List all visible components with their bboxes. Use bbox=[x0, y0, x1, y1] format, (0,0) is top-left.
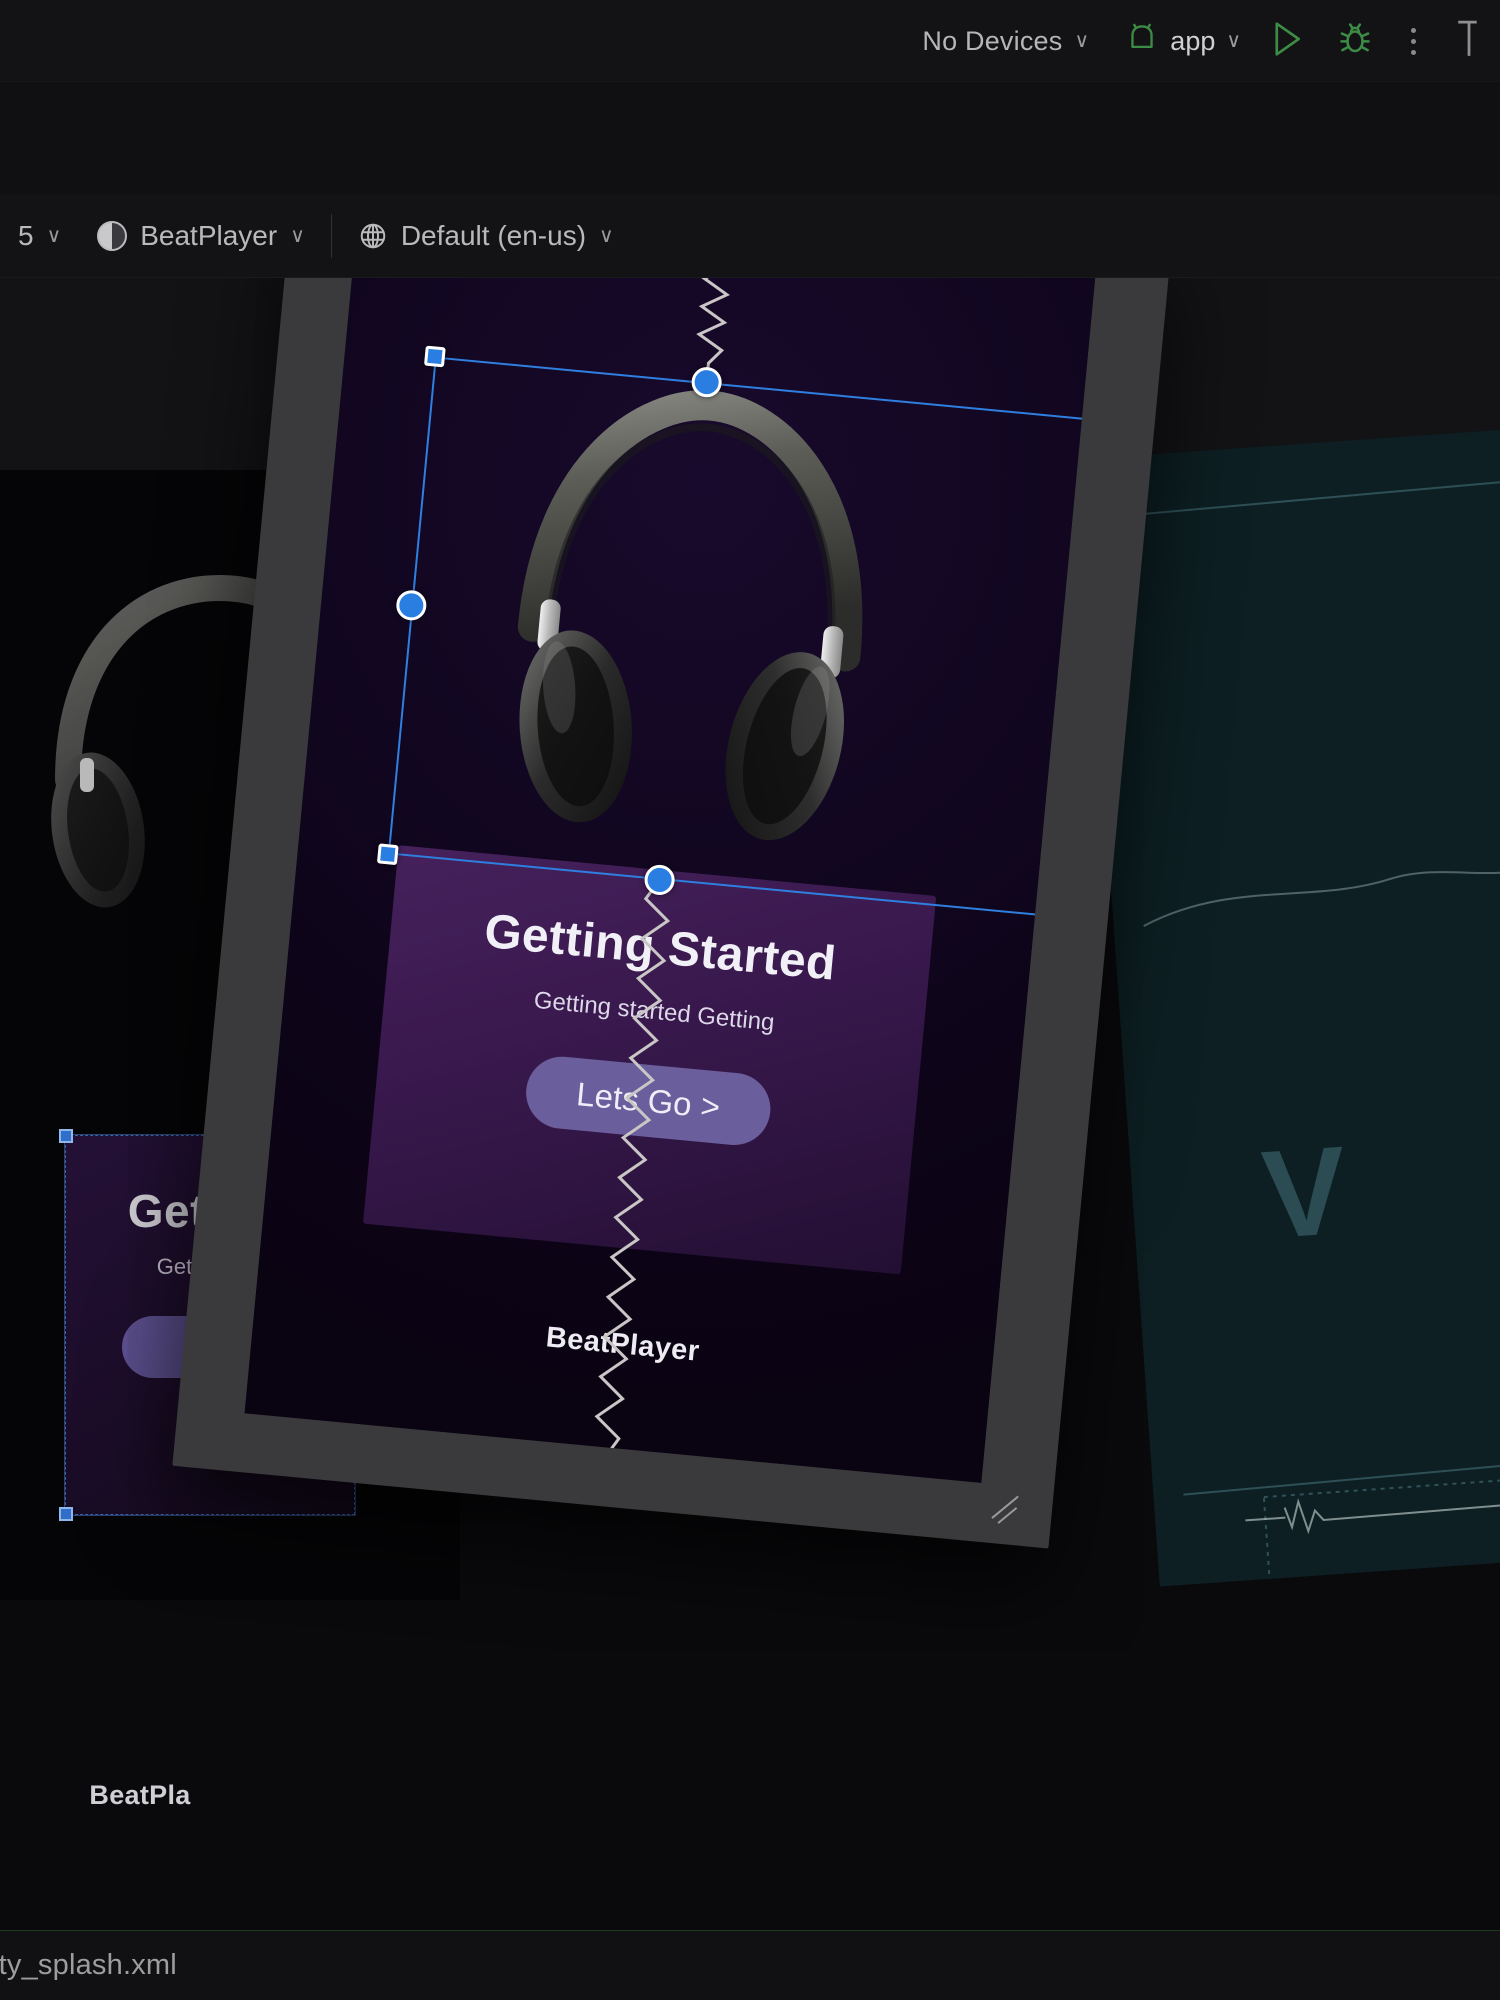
kebab-menu-icon bbox=[1411, 49, 1416, 55]
more-actions-button[interactable] bbox=[1389, 27, 1438, 55]
run-button[interactable] bbox=[1253, 0, 1321, 82]
locale-label: Default (en-us) bbox=[400, 219, 587, 251]
handle-bottom-right[interactable] bbox=[1073, 909, 1096, 932]
api-level-selector[interactable]: 5 ∨ bbox=[0, 194, 79, 278]
headphones-image[interactable] bbox=[456, 348, 929, 866]
getting-started-card[interactable]: Getting Started Getting started Getting … bbox=[362, 845, 937, 1275]
locale-selector[interactable]: Default (en-us) ∨ bbox=[340, 194, 632, 278]
bug-icon bbox=[1337, 21, 1373, 62]
background-brand-label: BeatPla bbox=[89, 1780, 191, 1810]
ide-subbar bbox=[0, 82, 1500, 194]
window-resize-grip[interactable] bbox=[985, 1479, 1033, 1527]
svg-text:V: V bbox=[1258, 1121, 1351, 1265]
chevron-down-icon: ∨ bbox=[599, 224, 614, 247]
chevron-down-icon: ∨ bbox=[1074, 30, 1090, 52]
run-configuration-label: app bbox=[1170, 25, 1216, 56]
edge-panel-icon-button[interactable] bbox=[1438, 0, 1500, 82]
file-tab-label[interactable]: ity_splash.xml bbox=[0, 1949, 177, 1982]
ide-topbar: No Devices ∨ app ∨ bbox=[0, 0, 1500, 82]
background-handle-top-left[interactable] bbox=[59, 1129, 73, 1143]
device-screen[interactable]: Getting Started Getting started Getting … bbox=[244, 203, 1096, 1483]
kebab-menu-icon bbox=[1411, 38, 1416, 44]
toolbar-divider bbox=[330, 213, 332, 258]
api-level-label: 5 bbox=[18, 219, 34, 251]
play-icon bbox=[1269, 20, 1305, 63]
theme-selector[interactable]: BeatPlayer ∨ bbox=[79, 194, 323, 278]
panel-toggle-icon bbox=[1454, 19, 1484, 64]
topbar-actions: No Devices ∨ app ∨ bbox=[908, 0, 1500, 82]
device-selector-label: No Devices bbox=[922, 25, 1063, 56]
lets-go-button[interactable]: Lets Go > bbox=[522, 1053, 774, 1149]
globe-icon bbox=[358, 221, 388, 251]
anchor-right[interactable] bbox=[1091, 654, 1096, 688]
theme-halfmoon-icon bbox=[97, 220, 128, 251]
screenshot-root: V BeatPla Getting Started Getting starte… bbox=[0, 0, 1500, 2000]
device-selector[interactable]: No Devices ∨ bbox=[908, 26, 1103, 57]
bottom-status-bar: ity_splash.xml bbox=[0, 1930, 1500, 2000]
kebab-menu-icon bbox=[1411, 27, 1416, 33]
floating-preview-window[interactable]: Getting Started Getting started Getting … bbox=[172, 161, 1172, 1549]
chevron-down-icon: ∨ bbox=[46, 224, 62, 247]
chevron-down-icon: ∨ bbox=[1226, 30, 1241, 52]
debug-button[interactable] bbox=[1321, 0, 1389, 82]
chevron-down-icon: ∨ bbox=[290, 224, 305, 247]
background-handle-bottom-left[interactable] bbox=[59, 1507, 73, 1521]
android-robot-icon bbox=[1125, 23, 1159, 60]
run-configuration-selector[interactable]: app ∨ bbox=[1103, 23, 1253, 60]
design-config-toolbar: 5 ∨ BeatPlayer ∨ Default (en-us) ∨ bbox=[0, 194, 1500, 278]
theme-label: BeatPlayer bbox=[140, 219, 278, 251]
